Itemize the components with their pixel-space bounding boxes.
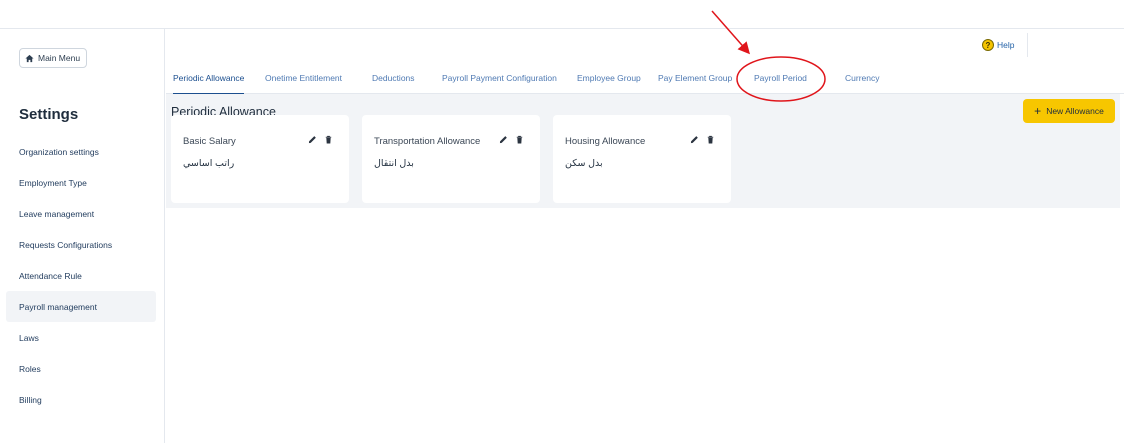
tab-currency[interactable]: Currency (845, 73, 879, 83)
home-icon (25, 54, 34, 62)
allowance-name: Housing Allowance (565, 136, 646, 147)
new-allowance-button[interactable]: + New Allowance (1023, 99, 1115, 123)
main-menu-label: Main Menu (38, 53, 81, 63)
sidebar-item-organization-settings[interactable]: Organization settings (6, 136, 156, 167)
sidebar-item-payroll-management[interactable]: Payroll management (6, 291, 156, 322)
sidebar-item-attendance-rule[interactable]: Attendance Rule (6, 260, 156, 291)
tab-onetime-entitlement[interactable]: Onetime Entitlement (265, 73, 342, 83)
tab-periodic-allowance[interactable]: Periodic Allowance (173, 73, 245, 95)
settings-title: Settings (19, 106, 79, 123)
sidebar-item-billing[interactable]: Billing (6, 384, 156, 415)
help-link[interactable]: ? Help (982, 39, 1014, 51)
help-icon: ? (982, 39, 994, 51)
sidebar-item-leave-management[interactable]: Leave management (6, 198, 156, 229)
sidebar-item-laws[interactable]: Laws (6, 322, 156, 353)
tab-deductions[interactable]: Deductions (372, 73, 415, 83)
sidebar-item-requests-configurations[interactable]: Requests Configurations (6, 229, 156, 260)
tab-payroll-payment-configuration[interactable]: Payroll Payment Configuration (442, 73, 557, 83)
edit-icon[interactable] (499, 135, 508, 144)
delete-icon[interactable] (324, 135, 333, 144)
edit-icon[interactable] (690, 135, 699, 144)
new-allowance-label: New Allowance (1046, 106, 1104, 116)
allowance-card[interactable]: Basic Salary راتب اساسي (171, 115, 349, 203)
allowance-card[interactable]: Transportation Allowance بدل انتقال (362, 115, 540, 203)
allowance-name-ar: بدل انتقال (374, 158, 414, 169)
card-actions (308, 135, 333, 144)
delete-icon[interactable] (706, 135, 715, 144)
help-label: Help (997, 40, 1015, 50)
allowance-name-ar: راتب اساسي (183, 158, 235, 169)
card-actions (499, 135, 524, 144)
sidebar-item-roles[interactable]: Roles (6, 353, 156, 384)
sidebar-item-employment-type[interactable]: Employment Type (6, 167, 156, 198)
tab-payroll-period[interactable]: Payroll Period (754, 73, 807, 83)
allowance-card[interactable]: Housing Allowance بدل سكن (553, 115, 731, 203)
settings-tabs: Periodic Allowance Onetime Entitlement D… (166, 66, 1124, 95)
tab-employee-group[interactable]: Employee Group (577, 73, 641, 83)
annotation-arrow (711, 10, 750, 55)
periodic-allowance-panel: Periodic Allowance + New Allowance Basic… (166, 94, 1120, 208)
tab-pay-element-group[interactable]: Pay Element Group (658, 73, 732, 83)
edit-icon[interactable] (308, 135, 317, 144)
top-border (0, 28, 1124, 29)
allowance-name: Transportation Allowance (374, 136, 481, 147)
settings-menu: Organization settings Employment Type Le… (6, 136, 156, 415)
main-menu-button[interactable]: Main Menu (19, 48, 87, 68)
delete-icon[interactable] (515, 135, 524, 144)
card-actions (690, 135, 715, 144)
settings-sidebar: Main Menu Settings Organization settings… (0, 29, 165, 443)
header-divider (1027, 33, 1028, 57)
plus-icon: + (1034, 104, 1042, 118)
allowance-name: Basic Salary (183, 136, 236, 147)
allowance-name-ar: بدل سكن (565, 158, 603, 169)
